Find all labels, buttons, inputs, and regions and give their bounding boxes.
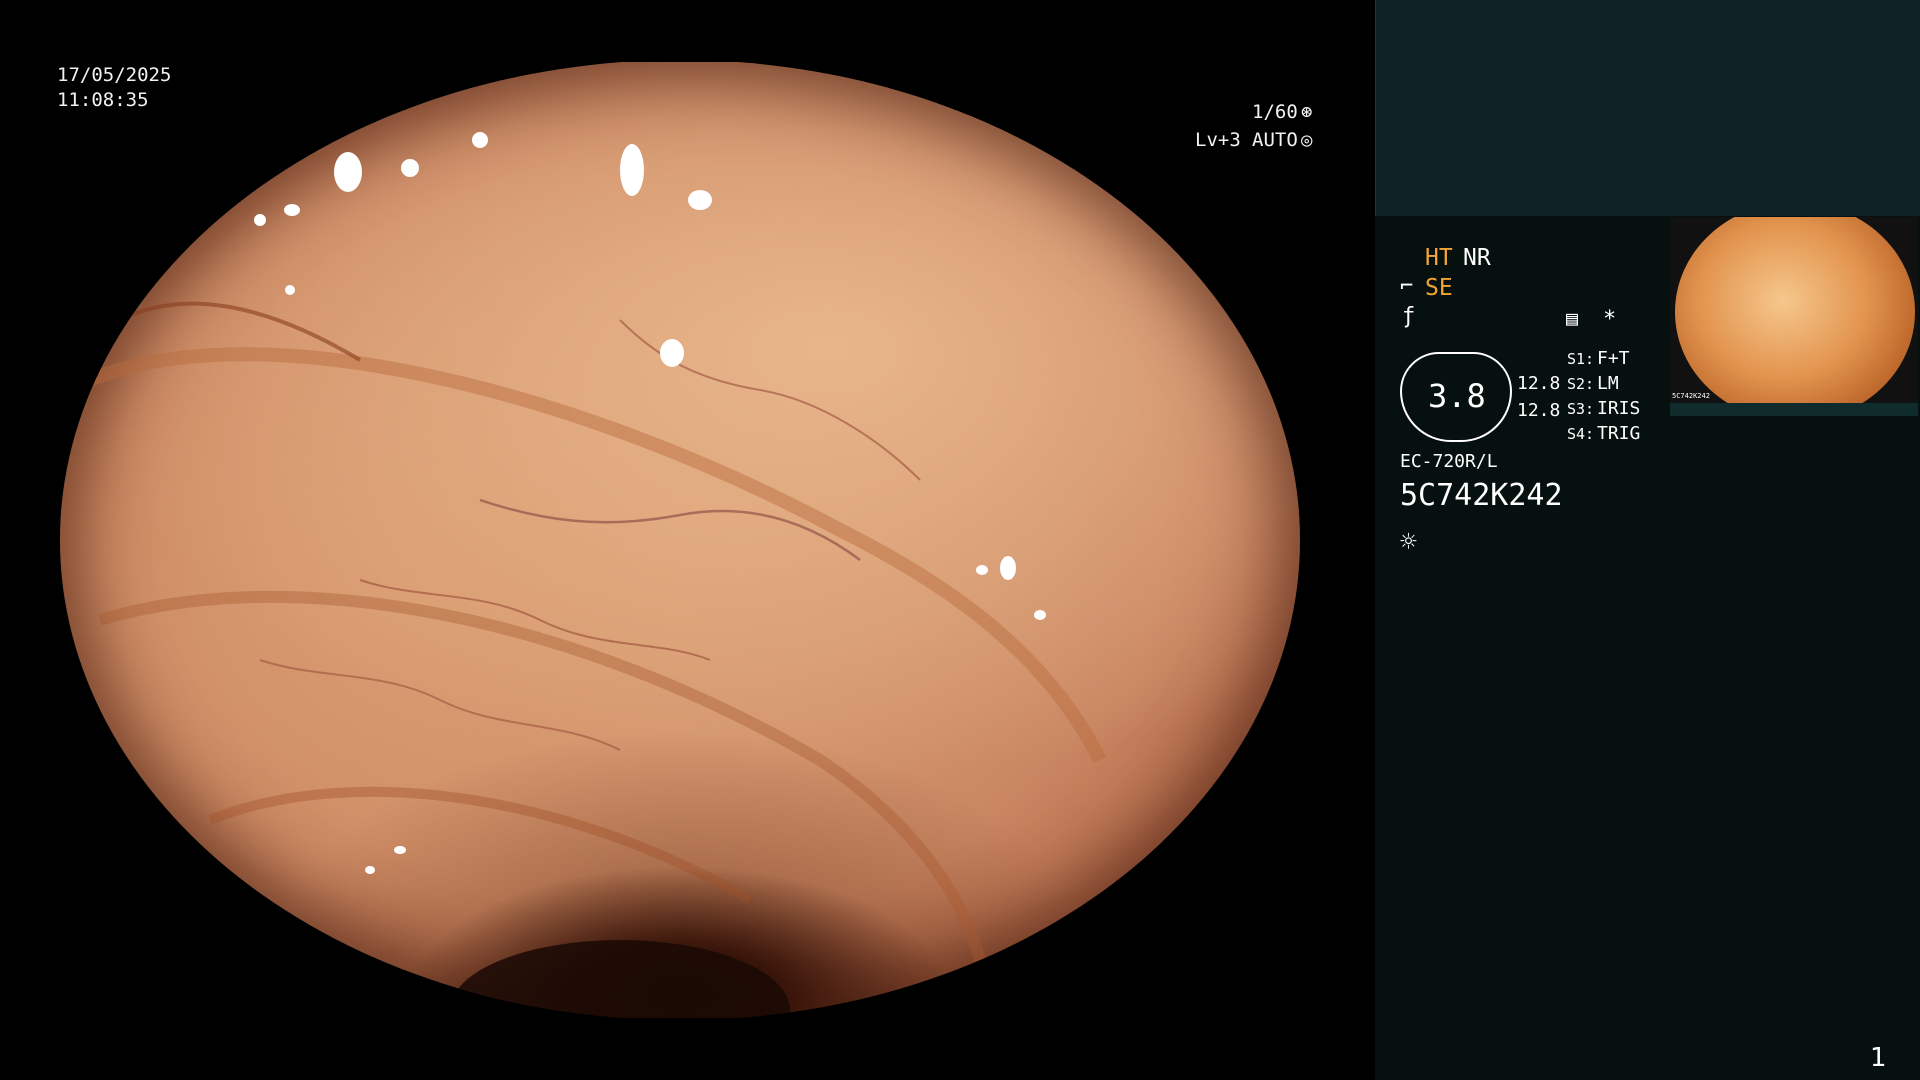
date-display: 17/05/2025 [57, 64, 172, 86]
page-number: 1 [1870, 1043, 1887, 1073]
frame-mask-bottom [0, 1018, 1375, 1080]
switch-1-value: F+T [1597, 348, 1630, 369]
iris-value: 3.8 [1428, 377, 1486, 415]
switch-4-key: S4: [1567, 425, 1595, 443]
exposure-mode: AUTO [1252, 129, 1298, 151]
shutter-speed: 1/60 [1252, 101, 1298, 123]
endoscope-image-details [60, 60, 1300, 1020]
value-2: 12.8 [1517, 400, 1561, 421]
thumbnail-image [1675, 217, 1915, 403]
freeze-icon: ƒ [1402, 304, 1416, 329]
se-indicator: SE [1425, 275, 1453, 301]
thumbnail-serial: 5C742K242 [1672, 392, 1710, 400]
time-display: 11:08:35 [57, 89, 149, 111]
switch-3-key: S3: [1567, 400, 1595, 418]
scope-serial: 5C742K242 [1400, 478, 1563, 513]
switch-2-value: LM [1597, 373, 1619, 394]
value-1: 12.8 [1517, 373, 1561, 394]
thumbnail-status-bar [1670, 403, 1918, 416]
asterisk-indicator: * [1603, 307, 1617, 332]
switch-3-value: IRIS [1597, 398, 1641, 419]
light-icon: ☼ [1400, 525, 1417, 558]
status-panel-header [1375, 0, 1920, 216]
frame-mask-top [0, 0, 1375, 62]
auto-exposure-icon: ◎ [1301, 129, 1313, 151]
brightness-level: Lv+3 [1195, 129, 1241, 151]
document-icon: ▤ [1566, 306, 1579, 330]
switch-2-key: S2: [1567, 375, 1595, 393]
switch-1-key: S1: [1567, 350, 1595, 368]
scope-model: EC-720R/L [1400, 451, 1498, 472]
scope-angle-icon: ⌐ [1400, 274, 1414, 299]
snapshot-thumbnail[interactable]: 5C742K242 [1670, 217, 1918, 403]
switch-4-value: TRIG [1597, 423, 1641, 444]
aperture-icon: ⊛ [1301, 101, 1313, 123]
nr-indicator: NR [1463, 245, 1491, 271]
ht-indicator: HT [1425, 245, 1453, 271]
